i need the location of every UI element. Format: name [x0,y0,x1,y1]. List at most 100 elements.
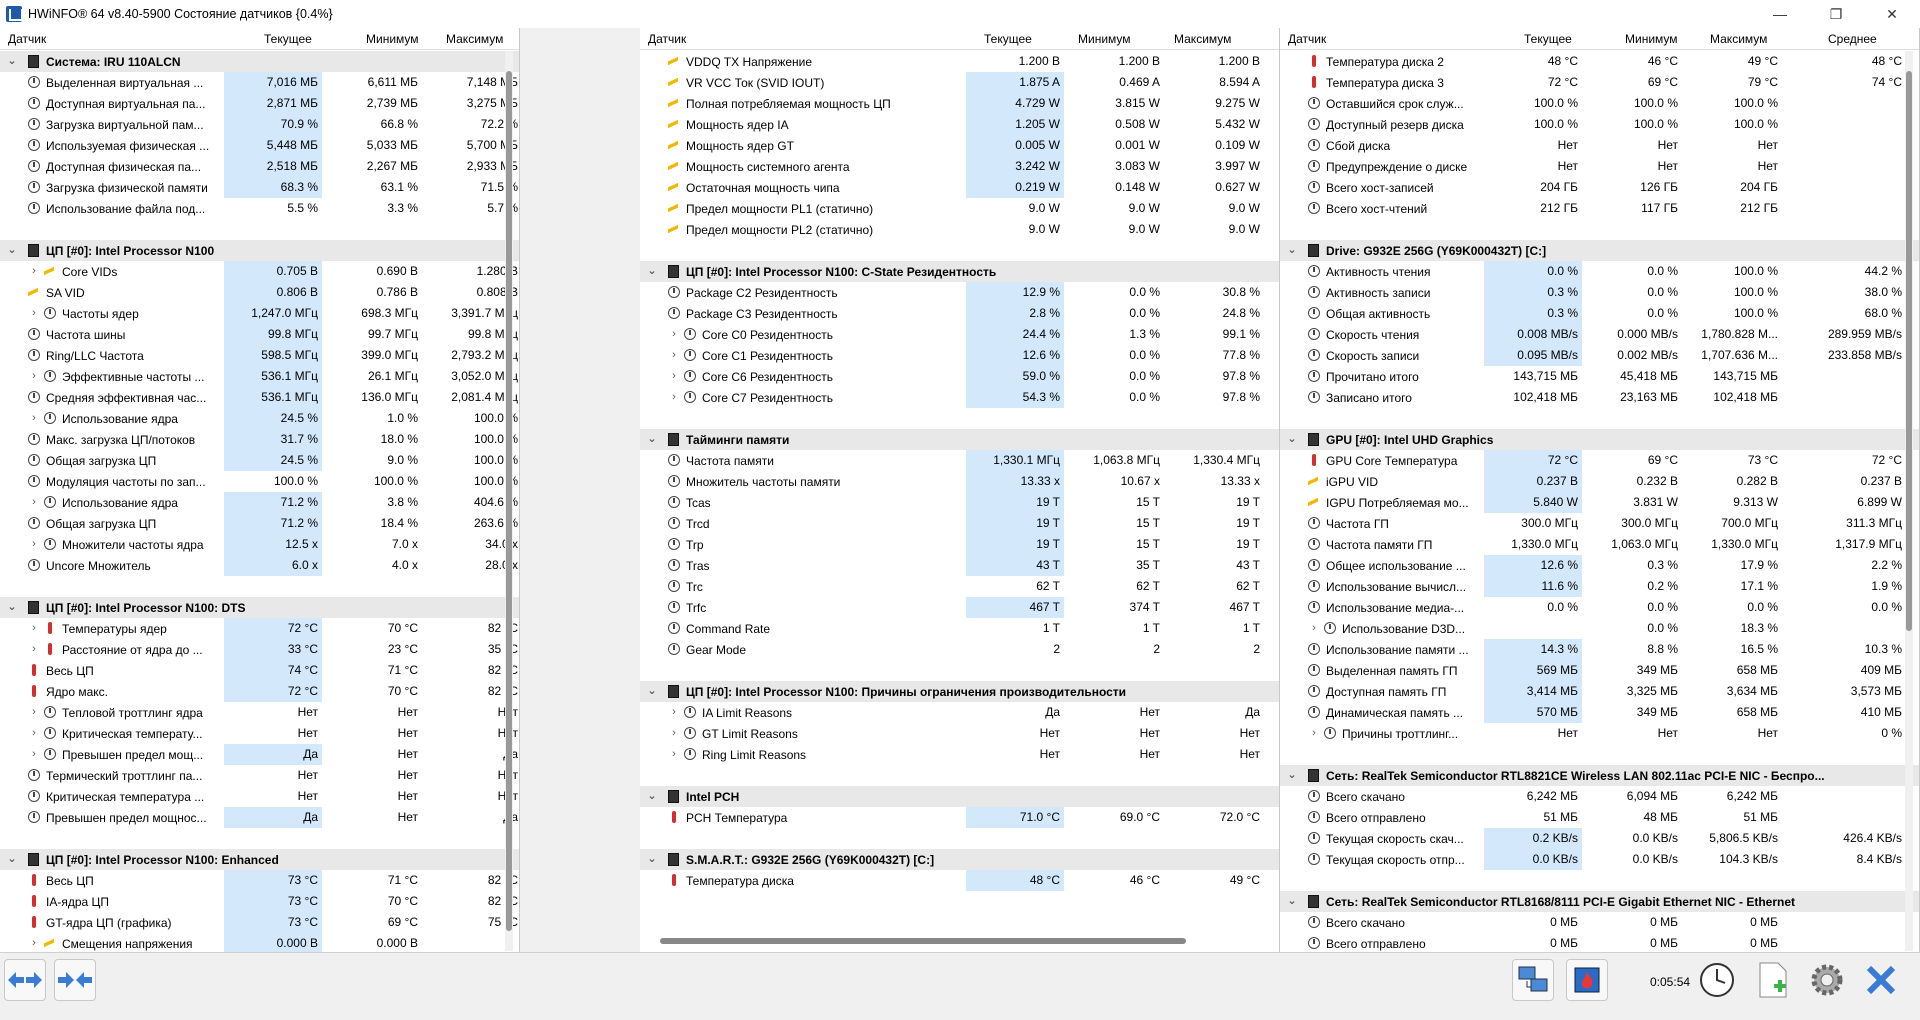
expand-chevron-icon[interactable]: › [28,727,40,739]
sensor-row[interactable]: › Core C6 Резидентность 59.0 % 0.0 % 97.8 % [640,366,1279,387]
collapse-columns-button[interactable] [54,959,96,1001]
expand-chevron-icon[interactable]: › [668,370,680,382]
sensor-row[interactable]: Trc 62 T 62 T 62 T [640,576,1279,597]
sensor-row[interactable]: Общая загрузка ЦП24.5 %9.0 %100.0 %25.6 … [0,450,519,471]
expand-chevron-icon[interactable]: › [1308,622,1320,634]
col-max[interactable]: Максимум [446,32,503,46]
sensor-group-header[interactable]: ⌄ Система: IRU 110ALCN [0,51,519,72]
expand-chevron-icon[interactable]: › [28,412,40,424]
collapse-chevron-icon[interactable]: ⌄ [6,601,18,613]
col-current[interactable]: Текущее [984,32,1032,46]
expand-chevron-icon[interactable]: › [28,496,40,508]
sensor-row[interactable]: Частота шины99.8 МГц99.7 МГц99.8 МГц99.8… [0,324,519,345]
reset-button[interactable] [1860,959,1902,1001]
col-min[interactable]: Минимум [366,32,419,46]
sensor-row[interactable]: Ядро макс.72 °C70 °C82 °C75 °C [0,681,519,702]
sensor-row[interactable]: Оставшийся срок служ... 100.0 % 100.0 % 100… [1280,93,1919,114]
sensor-row[interactable]: Доступный резерв диска 100.0 % 100.0 % 100.… [1280,114,1919,135]
sensor-group-header[interactable]: ⌄ ЦП [#0]: Intel Processor N100 [0,240,519,261]
sensor-row[interactable]: Средняя эффективная час... 536.1 МГц 136.0… [0,387,519,408]
sensor-row[interactable]: › Расстояние от ядра до ... 33 °C 23 °C 35 °… [0,639,519,660]
expand-chevron-icon[interactable]: › [668,328,680,340]
col-avg[interactable]: Среднее [1828,32,1877,46]
sensor-row[interactable]: › Ring Limit Reasons Нет Нет Нет [640,744,1279,765]
col-sensor[interactable]: Датчик [648,32,686,46]
sensor-row[interactable]: Превышен предел мощнос...ДаНетДа55 % [0,807,519,828]
col-sensor[interactable]: Датчик [8,32,46,46]
col-max[interactable]: Максимум [1174,32,1231,46]
cpu-monitor-button[interactable] [1566,959,1608,1001]
sensor-row[interactable]: Всего отправлено 51 МБ 48 МБ 51 МБ [1280,807,1919,828]
sensor-row[interactable]: Скорость записи 0.095 MB/s 0.002 MB/s 1,707… [1280,345,1919,366]
sensor-row[interactable]: VDDQ TX Напряжение 1.200 В 1.200 В 1.200 В [640,51,1279,72]
sensor-group-header[interactable]: ⌄ Сеть: RealTek Semiconductor RTL8168/811… [1280,891,1919,912]
sensor-row[interactable]: Текущая скорость отпр... 0.0 KB/s 0.0 KB/s… [1280,849,1919,870]
sensor-group-header[interactable]: ⌄ Тайминги памяти [640,429,1279,450]
sensor-row[interactable]: Температура диска 2 48 °C 46 °C 49 °C 48 °C [1280,51,1919,72]
sensor-row[interactable]: Ring/LLC Частота 598.5 МГц 399.0 МГц 2,793.… [0,345,519,366]
collapse-chevron-icon[interactable]: ⌄ [6,55,18,67]
sensor-row[interactable]: Предел мощности PL1 (статично) 9.0 W 9.0 W… [640,198,1279,219]
sensor-row[interactable]: Всего отправлено 0 МБ 0 МБ 0 МБ [1280,933,1919,952]
sensor-group-header[interactable]: ⌄ GPU [#0]: Intel UHD Graphics [1280,429,1919,450]
add-report-button[interactable] [1752,959,1794,1001]
sensor-row[interactable]: Trfc 467 T 374 T 467 T [640,597,1279,618]
sensor-row[interactable]: Использование вычисл... 11.6 % 0.2 % 17.1 %… [1280,576,1919,597]
col-sensor[interactable]: Датчик [1288,32,1326,46]
sensor-row[interactable]: Частота ГП 300.0 МГц 300.0 МГц 700.0 МГц 311… [1280,513,1919,534]
sensor-row[interactable]: GPU Core Температура 72 °C 69 °C 73 °C 72 °C [1280,450,1919,471]
sensor-row[interactable]: Trcd 19 T 15 T 19 T [640,513,1279,534]
sensor-row[interactable]: Записано итого 102,418 МБ 23,163 МБ 102,418… [1280,387,1919,408]
sensor-row[interactable]: Критическая температура ...НетНетНет0 % [0,786,519,807]
sensor-row[interactable]: Uncore Множитель6.0 x4.0 x28.0 x14.8 x [0,555,519,576]
sensor-row[interactable]: Температура диска 3 72 °C 69 °C 79 °C 74 °C [1280,72,1919,93]
sensor-group-header[interactable]: ⌄ ЦП [#0]: Intel Processor N100: C-State … [640,261,1279,282]
sensor-group-header[interactable]: ⌄ ЦП [#0]: Intel Processor N100: Причины … [640,681,1279,702]
sensor-row[interactable]: Используемая физическая ... 5,448 МБ 5,033… [0,135,519,156]
sensor-row[interactable]: › Core C0 Резидентность 24.4 % 1.3 % 99.1 % [640,324,1279,345]
expand-chevron-icon[interactable]: › [668,706,680,718]
sensor-row[interactable]: Использование памяти ... 14.3 % 8.8 % 16.5 … [1280,639,1919,660]
sensor-row[interactable]: ›Использование ядра24.5 %1.0 %100.0 %25.… [0,408,519,429]
expand-chevron-icon[interactable]: › [28,265,40,277]
collapse-chevron-icon[interactable]: ⌄ [1286,244,1298,256]
expand-chevron-icon[interactable]: › [28,706,40,718]
sensor-group-header[interactable]: ⌄ ЦП [#0]: Intel Processor N100: Enhanced [0,849,519,870]
collapse-chevron-icon[interactable]: ⌄ [646,685,658,697]
sensor-row[interactable]: Загрузка физической памяти 68.3 % 63.1 % 71… [0,177,519,198]
minimize-button[interactable]: — [1752,0,1808,28]
sensor-group-header[interactable]: ⌄ Drive: G932E 256G (Y69K000432T) [C:] [1280,240,1919,261]
collapse-chevron-icon[interactable]: ⌄ [1286,895,1298,907]
sensor-row[interactable]: Package C3 Резидентность 2.8 % 0.0 % 24.8 % [640,303,1279,324]
sensor-row[interactable]: Всего хост-чтений 212 ГБ 117 ГБ 212 ГБ [1280,198,1919,219]
sensor-row[interactable]: › Смещения напряжения 0.000 В 0.000 В [0,933,519,952]
col-min[interactable]: Минимум [1625,32,1678,46]
sensor-group-header[interactable]: ⌄ Сеть: RealTek Semiconductor RTL8821CE W… [1280,765,1919,786]
expand-chevron-icon[interactable]: › [28,370,40,382]
sensor-row[interactable]: Использование файла под... 5.5 % 3.3 % 5.7 … [0,198,519,219]
sensor-group-header[interactable]: ⌄ S.M.A.R.T.: G932E 256G (Y69K000432T) [C… [640,849,1279,870]
network-button[interactable] [1512,959,1554,1001]
sensor-row[interactable]: › GT Limit Reasons Нет Нет Нет [640,723,1279,744]
col-max[interactable]: Максимум [1710,32,1767,46]
sensor-row[interactable]: Предупреждение о диске Нет Нет Нет [1280,156,1919,177]
sensor-row[interactable]: Скорость чтения 0.008 MB/s 0.000 MB/s 1,780… [1280,324,1919,345]
sensor-row[interactable]: Мощность системного агента 3.242 W 3.083 W… [640,156,1279,177]
expand-chevron-icon[interactable]: › [28,937,40,949]
sensor-row[interactable]: Полная потребляемая мощность ЦП 4.729 W 3.… [640,93,1279,114]
sensor-row[interactable]: ›Критическая температу...НетНетНет0 % [0,723,519,744]
expand-chevron-icon[interactable]: › [668,349,680,361]
sensor-row[interactable]: Общее использование ... 12.6 % 0.3 % 17.9 %… [1280,555,1919,576]
collapse-chevron-icon[interactable]: ⌄ [646,265,658,277]
sensor-row[interactable]: Общая активность 0.3 % 0.0 % 100.0 % 68.0 % [1280,303,1919,324]
collapse-chevron-icon[interactable]: ⌄ [1286,769,1298,781]
sensor-row[interactable]: › Частоты ядер 1,247.0 МГц 698.3 МГц 3,391.7… [0,303,519,324]
sensor-row[interactable]: Динамическая память ... 570 МБ 349 МБ 658 М… [1280,702,1919,723]
horizontal-scrollbar[interactable] [660,938,1186,944]
expand-columns-button[interactable] [4,959,46,1001]
sensor-row[interactable]: Мощность ядер IA 1.205 W 0.508 W 5.432 W [640,114,1279,135]
sensor-row[interactable]: Частота памяти ГП 1,330.0 МГц 1,063.0 МГц 1… [1280,534,1919,555]
collapse-chevron-icon[interactable]: ⌄ [646,853,658,865]
sensor-row[interactable]: Tras 43 T 35 T 43 T [640,555,1279,576]
sensor-row[interactable]: Активность чтения 0.0 % 0.0 % 100.0 % 44.2 % [1280,261,1919,282]
